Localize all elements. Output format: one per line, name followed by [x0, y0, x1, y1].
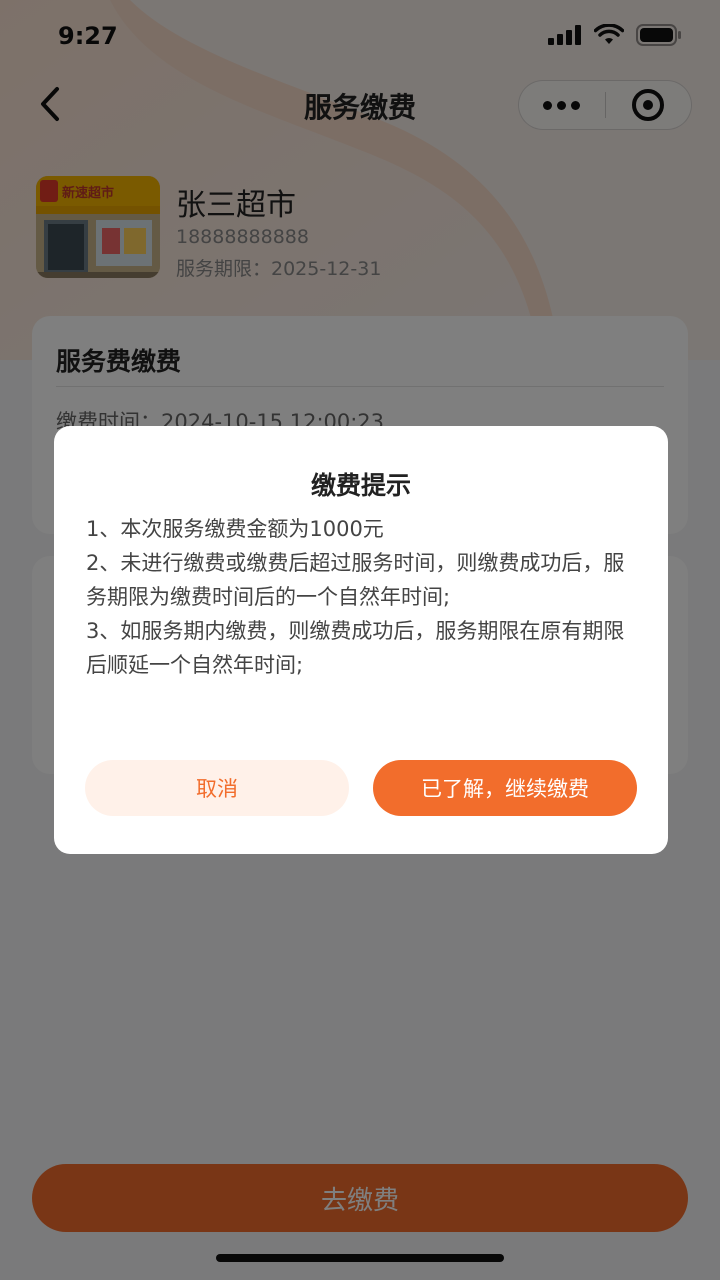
confirm-pay-button[interactable]: 已了解，继续缴费	[373, 760, 637, 816]
dialog-line: 3、如服务期内缴费，则缴费成功后，服务期限在原有期限后顺延一个自然年时间;	[86, 619, 625, 677]
dialog-line: 1、本次服务缴费金额为1000元	[86, 517, 384, 541]
cancel-button[interactable]: 取消	[85, 760, 349, 816]
dialog-title: 缴费提示	[310, 471, 411, 500]
dialog-line: 2、未进行缴费或缴费后超过服务时间，则缴费成功后，服务期限为缴费时间后的一个自然…	[86, 551, 625, 609]
dialog-body: 1、本次服务缴费金额为1000元 2、未进行缴费或缴费后超过服务时间，则缴费成功…	[86, 512, 638, 682]
payment-notice-dialog: 缴费提示 1、本次服务缴费金额为1000元 2、未进行缴费或缴费后超过服务时间，…	[54, 426, 668, 854]
